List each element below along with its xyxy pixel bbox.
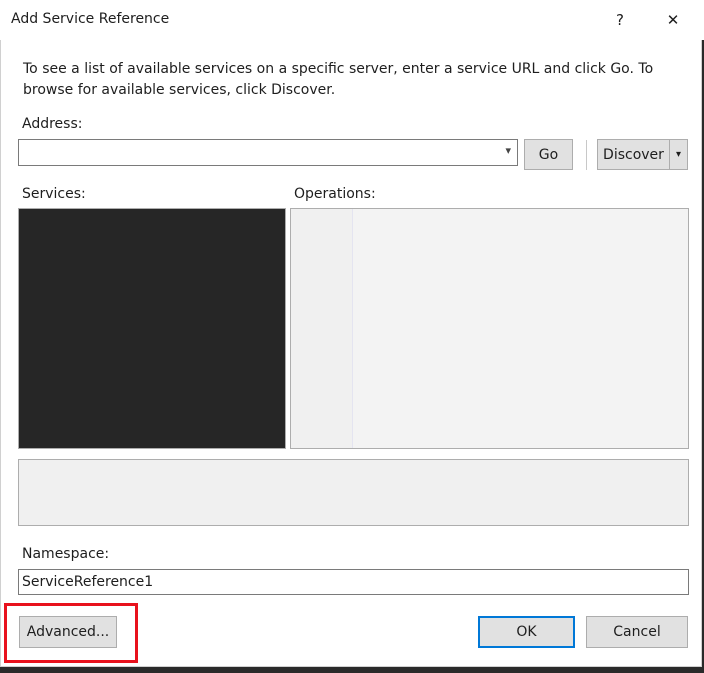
instructions-text: To see a list of available services on a… bbox=[23, 61, 654, 98]
services-label: Services: bbox=[22, 186, 86, 202]
operations-list-body bbox=[353, 209, 688, 448]
background-strip bbox=[0, 667, 704, 673]
title-bar: Add Service Reference ? ✕ bbox=[0, 0, 704, 40]
close-icon[interactable]: ✕ bbox=[650, 0, 696, 40]
namespace-label: Namespace: bbox=[22, 546, 110, 562]
operations-label: Operations: bbox=[294, 186, 376, 202]
cancel-button[interactable]: Cancel bbox=[586, 616, 688, 648]
services-tree[interactable] bbox=[18, 208, 286, 449]
ok-button[interactable]: OK bbox=[478, 616, 575, 648]
chevron-down-icon[interactable]: ▾ bbox=[505, 144, 511, 157]
address-label: Address: bbox=[22, 116, 83, 132]
help-icon[interactable]: ? bbox=[597, 0, 643, 40]
status-message-box bbox=[18, 459, 689, 526]
discover-button[interactable]: Discover bbox=[597, 139, 669, 170]
discover-dropdown-icon[interactable]: ▾ bbox=[669, 139, 688, 170]
operations-list[interactable] bbox=[290, 208, 689, 449]
address-combobox[interactable]: ▾ bbox=[18, 139, 518, 166]
highlight-annotation bbox=[4, 603, 138, 663]
namespace-field[interactable]: ServiceReference1 bbox=[18, 569, 689, 595]
go-button[interactable]: Go bbox=[524, 139, 573, 170]
dialog-title: Add Service Reference bbox=[11, 11, 170, 27]
toolbar-separator bbox=[586, 140, 587, 170]
